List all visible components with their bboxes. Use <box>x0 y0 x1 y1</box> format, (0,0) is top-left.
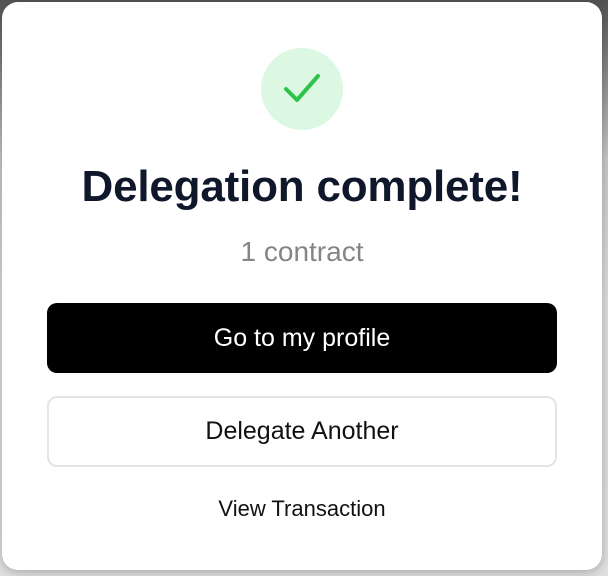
checkmark-icon <box>284 74 320 102</box>
dialog-title: Delegation complete! <box>81 162 523 211</box>
success-badge <box>261 48 343 130</box>
go-to-profile-button[interactable]: Go to my profile <box>47 303 557 373</box>
view-transaction-link[interactable]: View Transaction <box>2 494 602 524</box>
contract-count: 1 contract <box>240 236 364 267</box>
delegate-another-button[interactable]: Delegate Another <box>47 396 557 467</box>
go-to-profile-label: Go to my profile <box>213 323 391 352</box>
delegate-another-label: Delegate Another <box>205 417 399 445</box>
delegation-complete-dialog: Delegation complete! 1 contract Go to my… <box>2 2 602 570</box>
